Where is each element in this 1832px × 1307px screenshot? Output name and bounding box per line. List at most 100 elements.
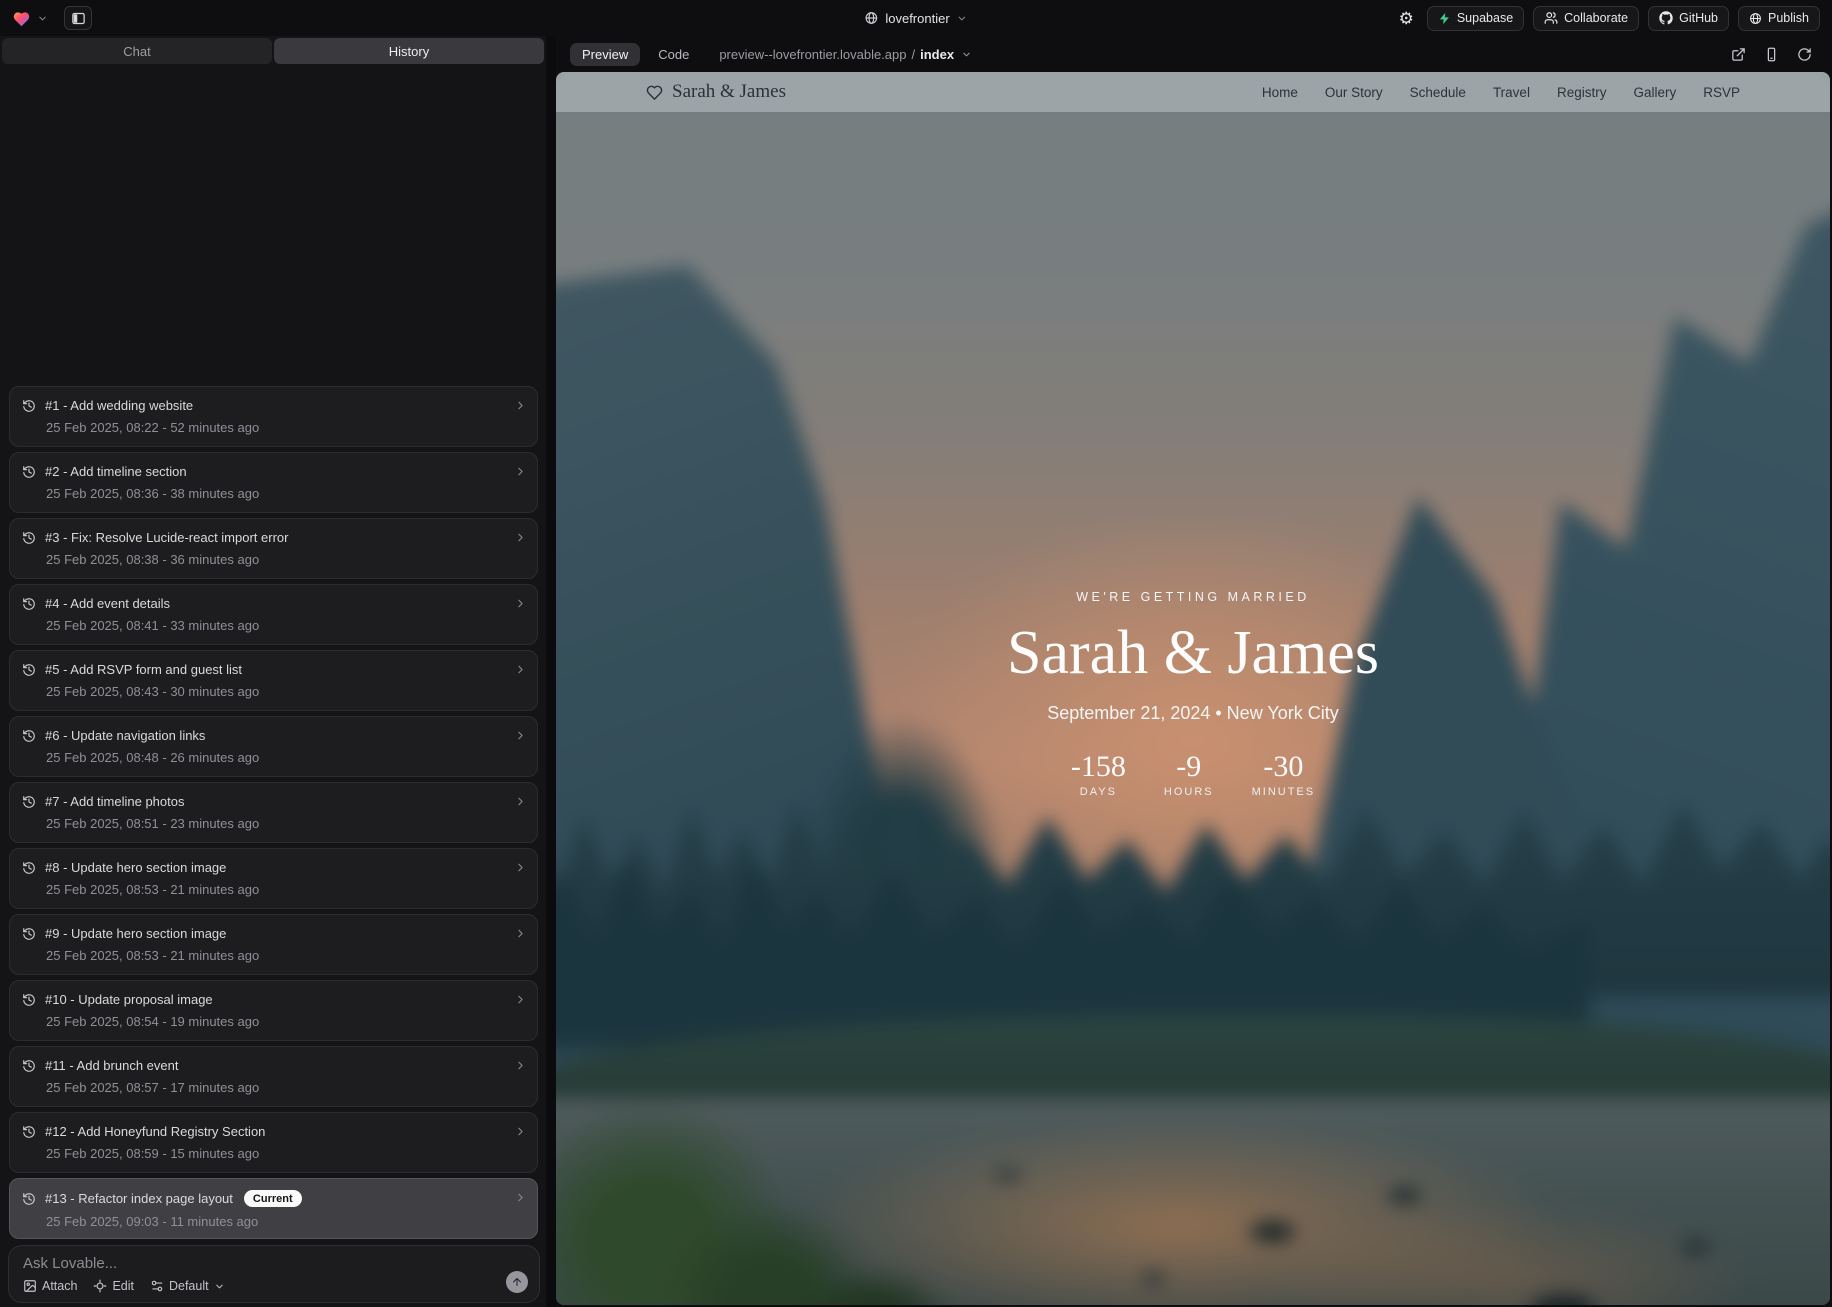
history-date: 25 Feb 2025, 08:54 - 19 minutes ago <box>46 1014 523 1029</box>
history-date: 25 Feb 2025, 08:57 - 17 minutes ago <box>46 1080 523 1095</box>
history-icon <box>22 729 36 743</box>
history-date: 25 Feb 2025, 08:36 - 38 minutes ago <box>46 486 523 501</box>
project-name: lovefrontier <box>885 11 949 26</box>
publish-globe-icon <box>1749 12 1762 25</box>
edit-button[interactable]: Edit <box>93 1279 134 1293</box>
supabase-bolt-icon <box>1438 12 1451 25</box>
arrow-up-icon <box>511 1276 523 1288</box>
preview-header: Preview Code preview--lovefrontier.lovab… <box>556 36 1832 72</box>
site-nav-registry[interactable]: Registry <box>1557 85 1607 100</box>
tab-chat[interactable]: Chat <box>2 38 272 64</box>
history-item[interactable]: #11 - Add brunch event 25 Feb 2025, 08:5… <box>9 1046 538 1107</box>
history-item[interactable]: #9 - Update hero section image 25 Feb 20… <box>9 914 538 975</box>
history-icon <box>22 399 36 413</box>
globe-icon <box>864 11 878 25</box>
project-switcher[interactable]: lovefrontier <box>864 11 967 26</box>
project-chevron-down-icon <box>957 13 968 24</box>
history-item[interactable]: #7 - Add timeline photos 25 Feb 2025, 08… <box>9 782 538 843</box>
history-list: #1 - Add wedding website 25 Feb 2025, 08… <box>9 386 538 1239</box>
current-page: index <box>920 47 954 62</box>
collaborate-button[interactable]: Collaborate <box>1533 6 1639 31</box>
lovable-logo-icon[interactable] <box>12 10 31 27</box>
history-item[interactable]: #6 - Update navigation links 25 Feb 2025… <box>9 716 538 777</box>
history-item[interactable]: #4 - Add event details 25 Feb 2025, 08:4… <box>9 584 538 645</box>
locate-target-icon <box>93 1279 107 1293</box>
sliders-icon <box>150 1279 164 1293</box>
history-icon <box>22 531 36 545</box>
chat-history-panel: Chat History #1 - Add wedding website 25… <box>0 36 546 1307</box>
mobile-view-icon[interactable] <box>1764 47 1779 62</box>
chevron-right-icon <box>514 531 527 544</box>
sidebar-toggle-button[interactable] <box>64 6 92 30</box>
history-icon <box>22 1059 36 1073</box>
users-icon <box>1544 11 1558 25</box>
history-icon <box>22 663 36 677</box>
ask-lovable-input[interactable] <box>23 1255 527 1272</box>
site-nav-rsvp[interactable]: RSVP <box>1703 85 1740 100</box>
open-external-icon[interactable] <box>1731 47 1746 62</box>
history-icon <box>22 861 36 875</box>
countdown-hours: -9 HOURS <box>1164 750 1214 798</box>
hero-subtitle: September 21, 2024 • New York City <box>556 703 1830 724</box>
history-icon <box>22 1125 36 1139</box>
site-nav-links: Home Our Story Schedule Travel Registry … <box>1262 85 1740 100</box>
history-item[interactable]: #2 - Add timeline section 25 Feb 2025, 0… <box>9 452 538 513</box>
current-badge: Current <box>244 1190 302 1207</box>
history-date: 25 Feb 2025, 08:38 - 36 minutes ago <box>46 552 523 567</box>
history-item[interactable]: #8 - Update hero section image 25 Feb 20… <box>9 848 538 909</box>
chevron-down-icon <box>214 1281 225 1292</box>
chevron-right-icon <box>514 663 527 676</box>
preview-panel: Preview Code preview--lovefrontier.lovab… <box>556 36 1832 1307</box>
mode-select[interactable]: Default <box>150 1279 225 1293</box>
history-icon <box>22 1192 36 1206</box>
history-item[interactable]: #3 - Fix: Resolve Lucide-react import er… <box>9 518 538 579</box>
send-button[interactable] <box>506 1271 528 1293</box>
chevron-right-icon <box>514 927 527 940</box>
panel-left-icon <box>71 11 86 26</box>
site-nav-travel[interactable]: Travel <box>1493 85 1530 100</box>
chevron-right-icon <box>514 465 527 478</box>
countdown-minutes: -30 MINUTES <box>1252 750 1316 798</box>
chevron-right-icon <box>514 993 527 1006</box>
history-date: 25 Feb 2025, 08:43 - 30 minutes ago <box>46 684 523 699</box>
attach-button[interactable]: Attach <box>23 1279 77 1293</box>
history-item[interactable]: #5 - Add RSVP form and guest list 25 Feb… <box>9 650 538 711</box>
preview-url[interactable]: preview--lovefrontier.lovable.app / inde… <box>719 47 972 62</box>
history-item[interactable]: #10 - Update proposal image 25 Feb 2025,… <box>9 980 538 1041</box>
github-button[interactable]: GitHub <box>1648 6 1729 31</box>
history-date: 25 Feb 2025, 08:51 - 23 minutes ago <box>46 816 523 831</box>
refresh-icon[interactable] <box>1797 47 1812 62</box>
history-icon <box>22 795 36 809</box>
tab-history[interactable]: History <box>274 38 544 64</box>
chevron-right-icon <box>514 861 527 874</box>
chevron-right-icon <box>514 1059 527 1072</box>
history-date: 25 Feb 2025, 08:48 - 26 minutes ago <box>46 750 523 765</box>
settings-gear-icon[interactable]: ⚙ <box>1395 8 1418 29</box>
history-date: 25 Feb 2025, 08:41 - 33 minutes ago <box>46 618 523 633</box>
chevron-right-icon <box>514 399 527 412</box>
history-date: 25 Feb 2025, 08:53 - 21 minutes ago <box>46 882 523 897</box>
heart-icon <box>646 84 663 100</box>
history-item-current[interactable]: #13 - Refactor index page layout Current… <box>9 1178 538 1239</box>
history-item[interactable]: #1 - Add wedding website 25 Feb 2025, 08… <box>9 386 538 447</box>
site-nav-our-story[interactable]: Our Story <box>1325 85 1383 100</box>
supabase-button[interactable]: Supabase <box>1427 6 1524 31</box>
url-chevron-down-icon <box>961 49 972 60</box>
tab-preview[interactable]: Preview <box>570 43 640 66</box>
site-nav-gallery[interactable]: Gallery <box>1633 85 1676 100</box>
chevron-right-icon <box>514 1191 527 1204</box>
publish-button[interactable]: Publish <box>1738 6 1820 31</box>
history-icon <box>22 465 36 479</box>
history-icon <box>22 927 36 941</box>
site-nav-home[interactable]: Home <box>1262 85 1298 100</box>
logo-chevron-down-icon[interactable] <box>37 13 48 24</box>
history-item[interactable]: #12 - Add Honeyfund Registry Section 25 … <box>9 1112 538 1173</box>
site-navbar: Sarah & James Home Our Story Schedule Tr… <box>556 72 1830 112</box>
prompt-composer: Attach Edit Default <box>8 1245 540 1303</box>
history-date: 25 Feb 2025, 09:03 - 11 minutes ago <box>46 1214 523 1229</box>
site-nav-schedule[interactable]: Schedule <box>1410 85 1466 100</box>
countdown-days: -158 DAYS <box>1071 750 1126 798</box>
chevron-right-icon <box>514 1125 527 1138</box>
tab-code[interactable]: Code <box>654 43 693 66</box>
site-logo[interactable]: Sarah & James <box>646 81 786 103</box>
